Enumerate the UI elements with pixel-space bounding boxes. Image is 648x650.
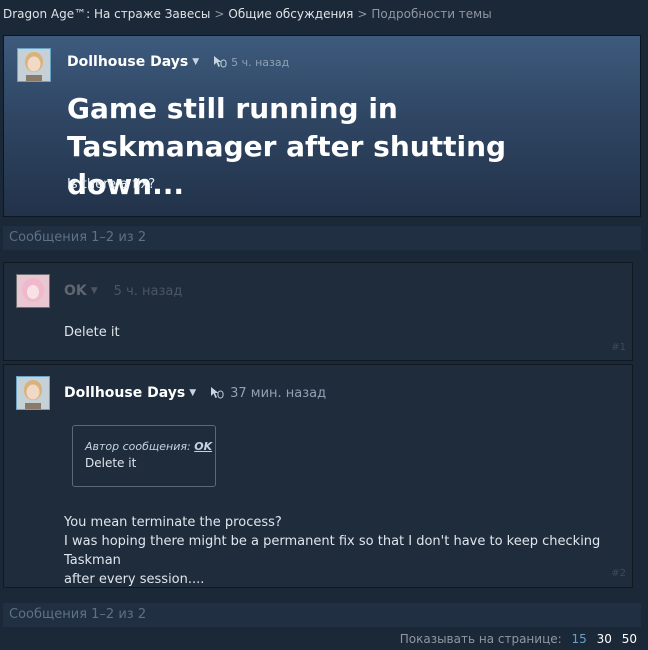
chevron-down-icon[interactable]: ▼ — [189, 388, 196, 398]
message-counter: Сообщения 1–2 из 2 — [3, 226, 641, 250]
post-body-line: I was hoping there might be a permanent … — [64, 534, 601, 568]
post-number[interactable]: #1 — [611, 342, 626, 353]
topic-author-row: Dollhouse Days ▼ 5 ч. назад — [67, 54, 289, 70]
post-author-row: OK ▼ 5 ч. назад — [64, 283, 182, 299]
quote-label: Автор сообщения: — [85, 440, 191, 453]
quote-author-link[interactable]: OK — [194, 440, 212, 453]
author-name[interactable]: Dollhouse Days — [67, 54, 188, 70]
post-number[interactable]: #2 — [611, 568, 626, 579]
per-page-option-30[interactable]: 30 — [597, 632, 612, 646]
topic-header: Dollhouse Days ▼ 5 ч. назад Game still r… — [3, 35, 641, 217]
author-name[interactable]: Dollhouse Days — [64, 385, 185, 401]
breadcrumb-forum-link[interactable]: Общие обсуждения — [228, 7, 353, 21]
per-page-selector: Показывать на странице: 15 30 50 — [400, 632, 637, 646]
post-time: 5 ч. назад — [231, 55, 290, 69]
chevron-down-icon[interactable]: ▼ — [192, 57, 199, 67]
breadcrumb-current: Подробности темы — [371, 7, 492, 21]
post-body: You mean terminate the process? I was ho… — [64, 513, 632, 589]
breadcrumb-separator: > — [357, 7, 368, 21]
comment-post: Dollhouse Days ▼ 37 мин. назад Автор соо… — [3, 364, 633, 588]
comment-post: OK ▼ 5 ч. назад Delete it #1 — [3, 262, 633, 361]
quote-text: Delete it — [85, 456, 137, 470]
avatar[interactable] — [16, 274, 50, 308]
quote-block: Автор сообщения: OK Delete it — [72, 425, 216, 487]
post-body-line: after every session.... — [64, 572, 205, 587]
per-page-option-50[interactable]: 50 — [622, 632, 637, 646]
breadcrumb-separator: > — [214, 7, 225, 21]
author-name[interactable]: OK — [64, 283, 87, 299]
post-time: 37 мин. назад — [230, 385, 327, 401]
breadcrumb-game-link[interactable]: Dragon Age™: На страже Завесы — [3, 7, 210, 21]
per-page-label: Показывать на странице: — [399, 632, 562, 646]
post-time: 5 ч. назад — [113, 283, 183, 299]
post-body: Delete it — [64, 325, 120, 340]
per-page-option-15[interactable]: 15 — [572, 632, 587, 646]
message-counter: Сообщения 1–2 из 2 — [3, 603, 641, 627]
quote-header: Автор сообщения: OK — [85, 440, 215, 453]
chevron-down-icon[interactable]: ▼ — [91, 286, 98, 296]
mouse-icon — [211, 387, 224, 399]
breadcrumb: Dragon Age™: На страже Завесы > Общие обсу… — [3, 7, 492, 21]
avatar[interactable] — [16, 376, 50, 410]
topic-body: Is there a fix? — [67, 177, 156, 192]
post-body-line: You mean terminate the process? — [64, 515, 282, 530]
post-author-row: Dollhouse Days ▼ 37 мин. назад — [64, 385, 326, 401]
mouse-icon — [214, 56, 227, 68]
avatar[interactable] — [17, 48, 51, 82]
